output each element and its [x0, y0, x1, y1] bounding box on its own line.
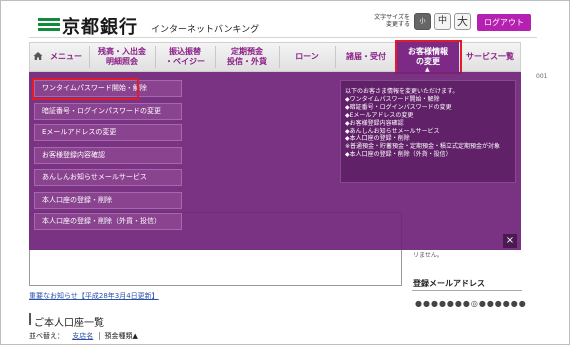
side-note-fragment: リません。: [413, 252, 443, 259]
close-icon[interactable]: ×: [503, 234, 517, 248]
nav-item-applications[interactable]: 諸届・受付: [336, 42, 396, 72]
sort-row: 並べ替え： 支店名 預金種類▲: [29, 331, 138, 341]
bank-logo-icon: [38, 18, 60, 32]
section-marker: [29, 313, 31, 325]
selected-item-highlight: [32, 78, 139, 100]
font-size-label: 文字サイズを 変更する: [374, 14, 410, 28]
menu-item-own-account-fx[interactable]: 本人口座の登録・削除（外貨・投信）: [34, 213, 182, 230]
nav-item-transfer[interactable]: 振込振替 ・ペイジー: [156, 42, 214, 72]
home-icon: [33, 52, 43, 60]
menu-item-security-mail[interactable]: あんしんお知らせメールサービス: [34, 169, 182, 186]
header-divider: [29, 37, 537, 38]
page-code-fragment: 001: [536, 73, 548, 80]
menu-item-password-change[interactable]: 暗証番号・ログインパスワードの変更: [34, 103, 182, 120]
service-name: インターネットバンキング: [151, 25, 260, 35]
nav-item-services[interactable]: サービス一覧: [460, 42, 520, 72]
account-list-title: ご本人口座一覧: [34, 318, 104, 329]
info-text: 以下のお客さま情報を変更いただけます。 ◆ワンタイムパスワード開始・解除 ◆暗証…: [345, 88, 501, 159]
font-size-small-button[interactable]: 小: [414, 13, 431, 30]
important-notice-link[interactable]: 重要なお知らせ【平成28年3月4日更新】: [29, 291, 159, 301]
nav-item-loan[interactable]: ローン: [280, 42, 334, 72]
sort-by-type-link[interactable]: 預金種類▲: [99, 332, 138, 340]
email-divider: [412, 290, 522, 291]
nav-item-deposit[interactable]: 定期預金 投信・外貨: [216, 42, 278, 72]
sort-by-branch-link[interactable]: 支店名: [72, 332, 93, 340]
sort-label: 並べ替え：: [29, 332, 64, 340]
menu-item-registration-check[interactable]: お客様登録内容確認: [34, 147, 182, 164]
bank-name: 京都銀行: [62, 17, 138, 38]
font-size-large-button[interactable]: 大: [454, 13, 471, 30]
registered-email-title: 登録メールアドレス: [413, 279, 485, 288]
font-size-medium-button[interactable]: 中: [434, 13, 451, 30]
nav-item-balance[interactable]: 残高・入出金 明細照会: [90, 42, 154, 72]
nav-item-menu[interactable]: メニュー: [44, 42, 88, 72]
menu-item-email-change[interactable]: Eメールアドレスの変更: [34, 124, 182, 141]
masked-email: ●●●●●●●◎●●●●●●: [415, 299, 527, 308]
logout-button[interactable]: ログアウト: [477, 14, 531, 31]
menu-item-own-account[interactable]: 本人口座の登録・削除: [34, 192, 182, 209]
